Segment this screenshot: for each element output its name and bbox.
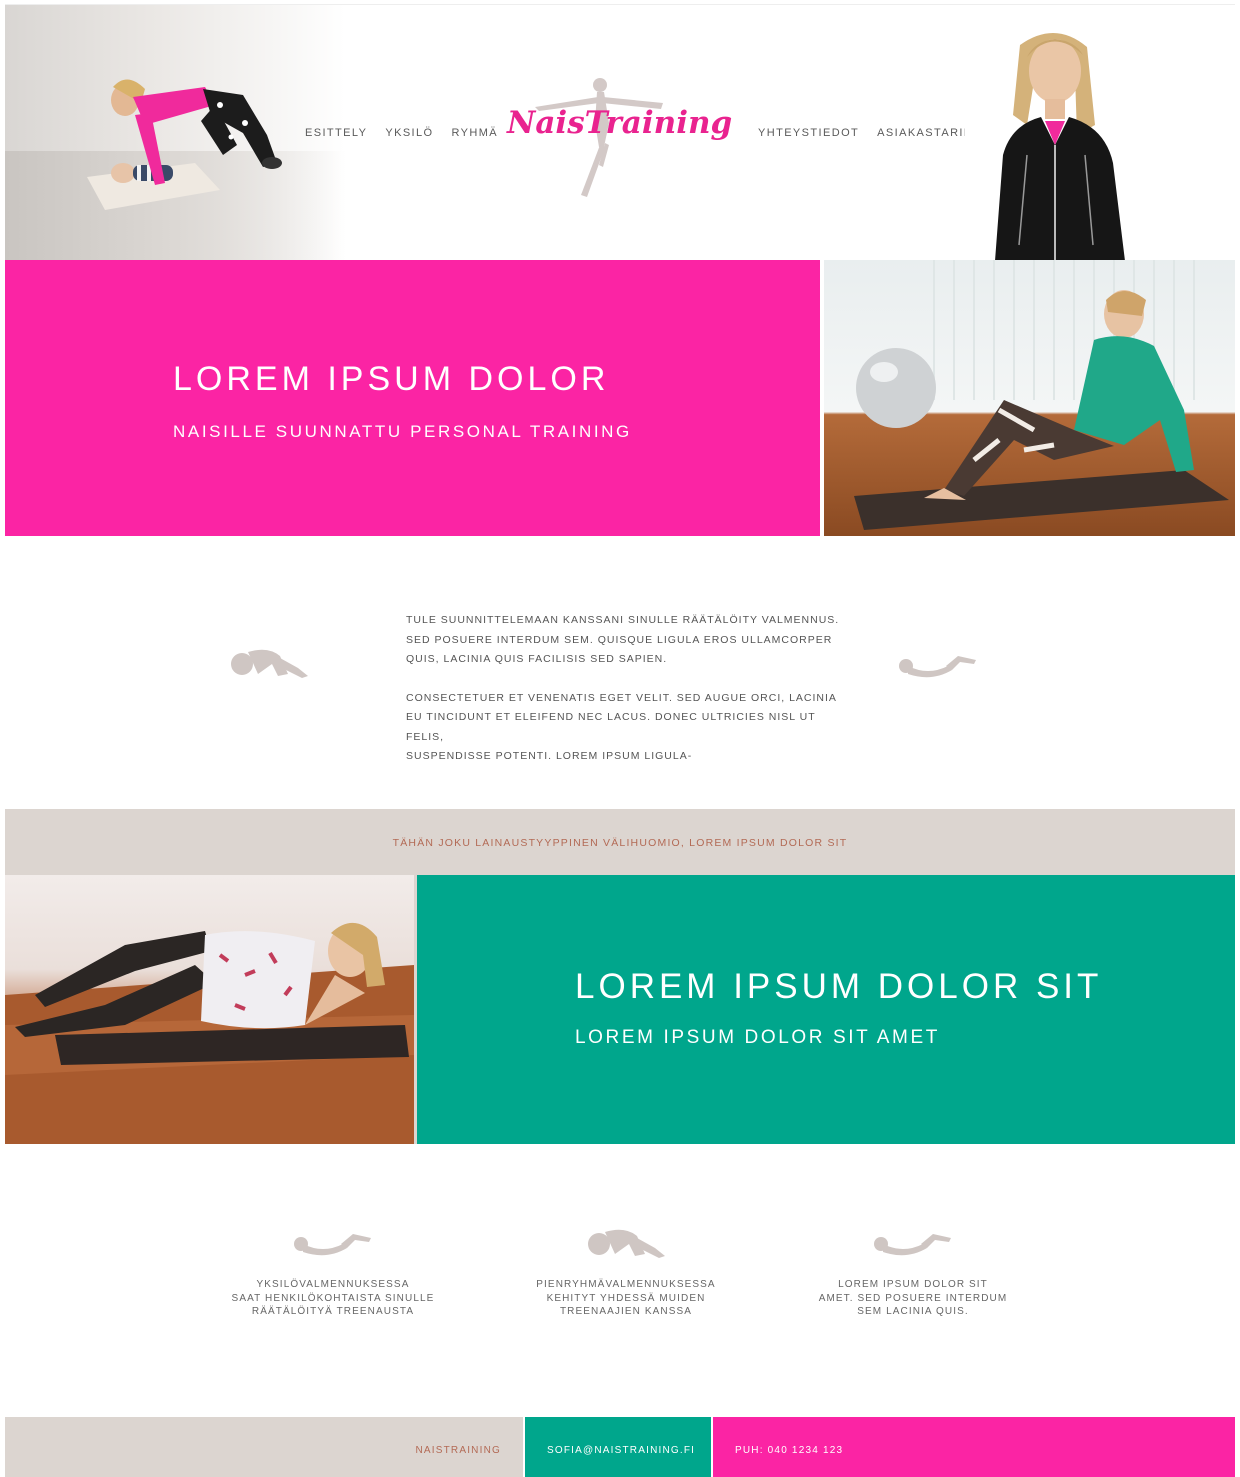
footer-email: SOFIA@NAISTRAINING.FI <box>525 1417 711 1477</box>
site-footer: NAISTRAINING SOFIA@NAISTRAINING.FI PUH: … <box>5 1417 1235 1477</box>
hero2-subtitle: LOREM IPSUM DOLOR SIT AMET <box>575 1027 940 1048</box>
nav-item-esittely[interactable]: ESITTELY <box>305 127 367 139</box>
crouching-figure-icon <box>231 649 308 678</box>
lying-figure-icon <box>294 1234 371 1256</box>
nav-item-yksilo[interactable]: YKSILÖ <box>385 127 433 139</box>
footer-phone: PUH: 040 1234 123 <box>713 1417 1235 1477</box>
footer-brand-text: NAISTRAINING <box>415 1445 501 1456</box>
woman-side-lying-exercise-photo <box>5 875 414 1144</box>
hero2-title: LOREM IPSUM DOLOR SIT <box>575 967 1103 1006</box>
lying-figure-icon <box>899 656 976 678</box>
footer-phone-text: PUH: 040 1234 123 <box>735 1445 844 1456</box>
site-header: ESITTELY YKSILÖ RYHMÄ NaisTraining YHTEY… <box>5 4 1235 261</box>
hero-subtitle: NAISILLE SUUNNATTU PERSONAL TRAINING <box>173 422 632 441</box>
logo-text: NaisTraining <box>506 105 732 141</box>
naistraining-logo[interactable]: NaisTraining <box>505 75 745 205</box>
crouching-figure-icon <box>588 1229 665 1258</box>
feature-pienryhmavalmennus: PIENRYHMÄVALMENNUKSESSA KEHITYT YHDESSÄ … <box>511 1226 741 1319</box>
footer-brand: NAISTRAINING <box>5 1417 523 1477</box>
nav-item-yhteystiedot[interactable]: YHTEYSTIEDOT <box>758 127 859 139</box>
mother-baby-exercise-photo <box>5 5 345 261</box>
footer-email-link[interactable]: SOFIA@NAISTRAINING.FI <box>547 1445 695 1456</box>
hero-banner-pink: LOREM IPSUM DOLOR NAISILLE SUUNNATTU PER… <box>5 260 820 536</box>
main-nav-right: YHTEYSTIEDOT ASIAKASTARINAT <box>758 127 989 139</box>
feature-text: LOREM IPSUM DOLOR SIT AMET. SED POSUERE … <box>818 1279 1008 1317</box>
lying-figure-icon <box>874 1234 951 1256</box>
quote-text: TÄHÄN JOKU LAINAUSTYYPPINEN VÄLIHUOMIO, … <box>392 837 848 849</box>
feature-text: PIENRYHMÄVALMENNUKSESSA KEHITYT YHDESSÄ … <box>536 1279 716 1317</box>
nav-item-ryhma[interactable]: RYHMÄ <box>452 127 499 139</box>
intro-paragraph-1: TULE SUUNNITTELEMAAN KANSSANI SINULLE RÄ… <box>406 614 840 665</box>
trainer-portrait-photo <box>965 5 1155 261</box>
feature-yksilovalmennus: YKSILÖVALMENNUKSESSA SAAT HENKILÖKOHTAIS… <box>218 1230 448 1319</box>
intro-text: TULE SUUNNITTELEMAAN KANSSANI SINULLE RÄ… <box>406 611 846 767</box>
hero-title: LOREM IPSUM DOLOR <box>173 360 610 398</box>
feature-text: YKSILÖVALMENNUKSESSA SAAT HENKILÖKOHTAIS… <box>231 1279 435 1317</box>
hero-banner-teal: LOREM IPSUM DOLOR SIT LOREM IPSUM DOLOR … <box>417 875 1235 1144</box>
main-nav-left: ESITTELY YKSILÖ RYHMÄ <box>305 127 498 139</box>
feature-lorem: LOREM IPSUM DOLOR SIT AMET. SED POSUERE … <box>798 1230 1028 1319</box>
pregnant-woman-exercise-photo <box>824 260 1235 536</box>
intro-paragraph-2: CONSECTETUER ET VENENATIS EGET VELIT. SE… <box>406 691 837 763</box>
